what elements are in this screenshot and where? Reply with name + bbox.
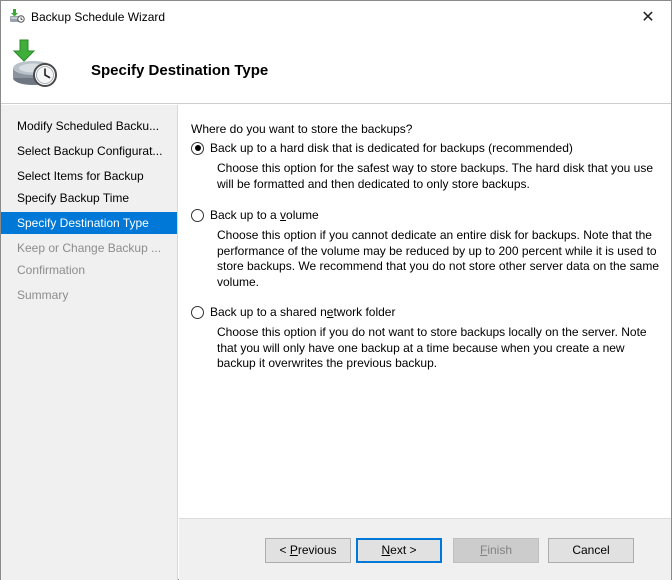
radio-network-folder[interactable] [191,305,204,319]
wizard-window: Backup Schedule Wizard ✕ Specify Destina… [0,0,672,580]
radio-row-network-folder[interactable]: Back up to a shared network folder [191,304,663,320]
wizard-steps-sidebar: Modify Scheduled Backu... Select Backup … [1,105,178,580]
radio-label-network-folder[interactable]: Back up to a shared network folder [210,305,395,319]
backup-clock-icon [12,39,57,87]
destination-question: Where do you want to store the backups? [191,122,413,136]
title-bar: Backup Schedule Wizard ✕ [1,1,671,32]
radio-row-volume[interactable]: Back up to a volume [191,207,663,223]
wizard-footer: < Previous Next > Finish Cancel [179,518,671,580]
finish-button: Finish [453,538,539,563]
option-volume: Back up to a volume Choose this option i… [191,207,663,290]
close-button[interactable]: ✕ [625,1,671,32]
radio-label-volume[interactable]: Back up to a volume [210,208,319,222]
cancel-button[interactable]: Cancel [548,538,634,563]
option-dedicated-hard-disk: Back up to a hard disk that is dedicated… [191,140,663,192]
wizard-header: Specify Destination Type [1,32,671,104]
wizard-content: Where do you want to store the backups? … [179,105,671,518]
previous-button[interactable]: < Previous [265,538,351,563]
close-icon: ✕ [641,8,655,26]
window-title: Backup Schedule Wizard [31,10,166,24]
sidebar-item-select-backup-configuration[interactable]: Select Backup Configurat... [1,140,177,162]
sidebar-item-specify-backup-time[interactable]: Specify Backup Time [1,187,177,209]
sidebar-item-select-items-for-backup[interactable]: Select Items for Backup [1,165,177,187]
description-volume: Choose this option if you cannot dedicat… [217,228,660,289]
radio-dedicated-disk[interactable] [191,141,204,155]
next-button[interactable]: Next > [356,538,442,563]
sidebar-item-summary: Summary [17,288,69,302]
sidebar-item-keep-or-change-backup: Keep or Change Backup ... [17,241,162,255]
sidebar-item-confirmation: Confirmation [17,263,86,277]
page-title: Specify Destination Type [91,62,269,79]
radio-row-dedicated-disk[interactable]: Back up to a hard disk that is dedicated… [191,140,663,156]
option-shared-network-folder: Back up to a shared network folder Choos… [191,304,663,372]
sidebar-item-modify-scheduled-backup[interactable]: Modify Scheduled Backu... [1,115,177,137]
backup-wizard-icon [10,9,25,23]
description-network-folder: Choose this option if you do not want to… [217,325,647,370]
radio-volume[interactable] [191,208,204,222]
radio-label-dedicated-disk[interactable]: Back up to a hard disk that is dedicated… [210,141,573,155]
sidebar-item-specify-destination-type[interactable]: Specify Destination Type [1,212,177,234]
description-dedicated-disk: Choose this option for the safest way to… [217,161,654,191]
